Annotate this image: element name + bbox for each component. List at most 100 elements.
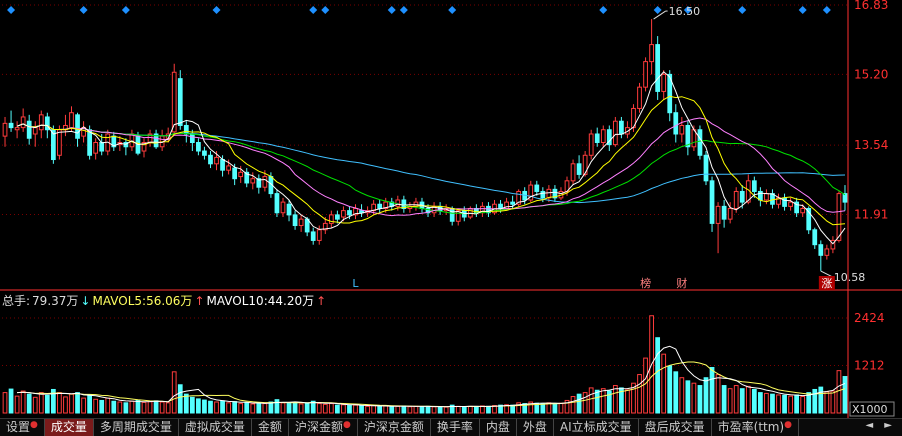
- volume-bar: [643, 357, 648, 414]
- candle-body: [612, 120, 618, 146]
- tab-6[interactable]: 沪深京金额: [358, 419, 431, 436]
- tab-5[interactable]: 沪深金额●: [289, 419, 358, 436]
- event-marker-icon: [212, 6, 221, 14]
- stock-chart[interactable]: 16.83 15.20 13.54 11.91 2424 1212 X1000 16.50 10…: [0, 0, 902, 418]
- tab-9[interactable]: 外盘: [517, 419, 554, 436]
- price-tick-label: 11.91: [854, 207, 888, 221]
- volume-bar: [576, 393, 582, 414]
- volume-bar: [244, 402, 250, 414]
- volume-tick-label: 2424: [854, 311, 885, 325]
- volume-bar: [558, 402, 564, 414]
- tab-7[interactable]: 换手率: [431, 419, 480, 436]
- ma5-line: [16, 71, 846, 245]
- volume-bar: [661, 353, 667, 414]
- volume-bar: [26, 393, 32, 414]
- volume-bar: [703, 377, 709, 414]
- candle-body: [274, 193, 280, 214]
- tab-10[interactable]: AI立标成交量: [554, 419, 639, 436]
- price-tick-label: 13.54: [854, 138, 888, 152]
- volume-bar: [14, 395, 20, 414]
- volume-bar: [238, 403, 244, 414]
- candle-body: [655, 44, 661, 92]
- volume-bar: [570, 396, 576, 414]
- tab-2[interactable]: 多周期成交量: [94, 419, 179, 436]
- candle-body: [280, 201, 286, 214]
- volume-bar: [540, 403, 546, 414]
- volume-bar: [552, 403, 558, 414]
- tab-3[interactable]: 虚拟成交量: [179, 419, 252, 436]
- volume-bar: [697, 385, 703, 414]
- candle-body: [220, 159, 225, 171]
- bottom-marker: 榜: [640, 276, 651, 290]
- volume-bar: [782, 394, 787, 414]
- mavol10-value: 44.20万: [267, 294, 315, 308]
- tab-scroll-arrows[interactable]: ◄ ►: [865, 420, 896, 431]
- volume-bar: [461, 406, 467, 414]
- event-marker-icon: [822, 6, 831, 14]
- candle-body: [546, 188, 552, 199]
- volume-bar: [99, 399, 105, 414]
- event-marker-icon: [321, 6, 330, 14]
- volume-bar: [165, 402, 171, 414]
- volume-bar: [87, 394, 92, 414]
- candle-body: [14, 127, 20, 131]
- volume-bar: [582, 392, 588, 414]
- tab-dot-icon: ●: [784, 420, 792, 430]
- volume-bar: [431, 406, 437, 414]
- event-marker-icon: [653, 6, 662, 14]
- candle-body: [202, 150, 207, 156]
- volume-bar: [208, 400, 213, 414]
- volume-bar: [467, 405, 473, 414]
- bottom-marker: 涨: [821, 277, 832, 290]
- volume-bar: [413, 405, 419, 414]
- mavol5-line: [17, 345, 846, 408]
- candle-body: [232, 167, 238, 180]
- volume-bar: [147, 401, 153, 414]
- volume-bar: [425, 405, 431, 414]
- candle-body: [214, 156, 219, 165]
- bottom-marker: 财: [676, 276, 687, 290]
- volume-bar: [673, 371, 679, 414]
- tab-12[interactable]: 市盈率(ttm)●: [712, 419, 799, 436]
- volume-bar: [214, 401, 219, 414]
- volume-bar: [304, 402, 310, 414]
- volume-bar: [455, 405, 461, 414]
- candle-body: [20, 116, 26, 129]
- volume-bar: [401, 405, 407, 414]
- volume-bar: [159, 401, 165, 414]
- volume-bar: [667, 365, 673, 414]
- tab-11[interactable]: 盘后成交量: [639, 419, 712, 436]
- volume-bar: [220, 400, 225, 414]
- candle-body: [226, 165, 231, 171]
- volume-bar: [371, 405, 377, 414]
- price-tick-label: 16.83: [854, 0, 888, 12]
- mavol10-label: MAVOL10:: [206, 294, 268, 308]
- tab-0[interactable]: 设置●: [0, 419, 45, 436]
- volume-bar: [679, 377, 685, 414]
- candle-body: [335, 214, 340, 220]
- volume-bar: [764, 392, 769, 414]
- candle-body: [721, 205, 727, 220]
- volume-bar: [262, 403, 268, 414]
- volume-bar: [117, 401, 123, 414]
- volume-bar: [250, 403, 256, 414]
- candle-body: [262, 176, 268, 188]
- volume-bar: [600, 388, 606, 414]
- volume-bar: [655, 337, 661, 414]
- volume-bar: [800, 396, 806, 414]
- ma60-line: [16, 123, 846, 204]
- candle-body: [800, 207, 806, 214]
- tab-4[interactable]: 金额: [252, 419, 289, 436]
- tab-8[interactable]: 内盘: [480, 419, 517, 436]
- candle-body: [727, 207, 733, 220]
- candle-body: [196, 142, 201, 152]
- candle-body: [449, 207, 455, 222]
- volume-bar: [183, 393, 189, 414]
- volume-bar: [830, 390, 836, 414]
- candle-body: [177, 78, 183, 126]
- tab-label: 设置: [6, 420, 31, 434]
- tab-dot-icon: ●: [30, 420, 38, 430]
- tab-1[interactable]: 成交量: [44, 419, 94, 436]
- tab-label: 成交量: [50, 420, 87, 434]
- candle-body: [540, 190, 546, 199]
